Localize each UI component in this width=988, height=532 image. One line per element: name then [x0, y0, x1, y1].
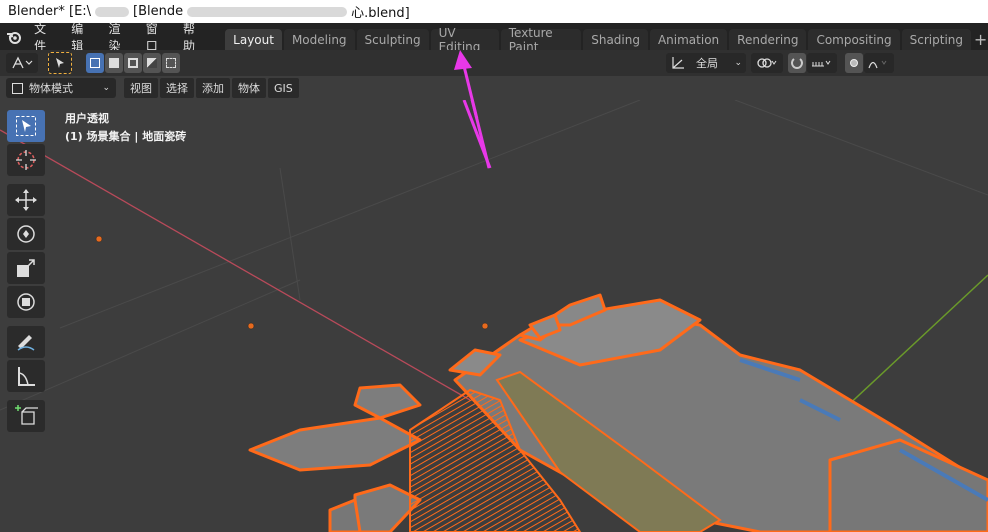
tab-layout[interactable]: Layout [225, 29, 282, 50]
mode-invert-icon[interactable] [143, 53, 161, 73]
menu-file[interactable]: 文件 [27, 22, 64, 53]
tab-rendering[interactable]: Rendering [729, 29, 807, 50]
orientation-label: 全局 [696, 57, 718, 70]
tab-shading[interactable]: Shading [583, 29, 648, 50]
scale-icon [17, 259, 35, 277]
collection-info: (1) 场景集合 | 地面瓷砖 [65, 130, 187, 143]
mode-label: 物体模式 [29, 82, 73, 95]
rotate-tool[interactable] [7, 218, 45, 250]
select-cursor-icon [16, 116, 36, 136]
pivot-point-dropdown[interactable] [751, 53, 783, 73]
menu-add[interactable]: 添加 [196, 78, 230, 98]
move-arrows-icon [15, 189, 37, 211]
select-box-icon[interactable] [48, 52, 72, 74]
add-cube-icon [15, 405, 38, 425]
window-title-left: Blender* [E:\ [8, 4, 92, 19]
menu-view[interactable]: 视图 [124, 78, 158, 98]
window-title-right: 心.blend] [351, 6, 410, 21]
object-mode-icon [12, 82, 23, 94]
menu-object[interactable]: 物体 [232, 78, 266, 98]
snap-increment-icon [812, 60, 831, 67]
measure-tool[interactable] [7, 360, 45, 392]
orientation-axes-icon [672, 57, 684, 69]
transform-tool[interactable] [7, 286, 45, 318]
menu-edit[interactable]: 编辑 [64, 22, 101, 53]
tab-uv-editing[interactable]: UV Editing [430, 26, 499, 54]
proportional-edit-icon[interactable] [845, 53, 863, 73]
viewport-scene [0, 100, 988, 532]
tab-compositing[interactable]: Compositing [808, 29, 900, 50]
link-icon [757, 58, 777, 68]
move-tool[interactable] [7, 184, 45, 216]
3d-cursor-icon [16, 150, 36, 170]
tool-settings-bar: 全局 ⌄ [0, 50, 988, 76]
transform-orientation-dropdown[interactable]: 全局 ⌄ [666, 53, 746, 73]
transform-icon [17, 293, 35, 311]
viewport-header: 物体模式 ⌄ 视图 选择 添加 物体 GIS [0, 76, 988, 100]
snap-target-dropdown[interactable] [807, 53, 837, 73]
view-name: 用户透视 [65, 112, 109, 125]
tool-shelf [7, 110, 47, 434]
chevron-down-icon: ⌄ [734, 58, 742, 68]
add-cube-tool[interactable] [7, 400, 45, 432]
menu-select[interactable]: 选择 [160, 78, 194, 98]
falloff-curve-icon [868, 60, 887, 69]
mode-subtract-icon[interactable] [124, 53, 142, 73]
viewport-overlay-info: 用户透视 (1) 场景集合 | 地面瓷砖 [65, 110, 186, 146]
add-workspace-button[interactable]: + [973, 29, 988, 50]
annotate-tool[interactable] [7, 326, 45, 358]
tab-modeling[interactable]: Modeling [283, 29, 355, 50]
selection-mode-group [86, 53, 180, 73]
rotate-icon [17, 225, 35, 243]
menu-gis[interactable]: GIS [268, 78, 299, 98]
mode-new-icon[interactable] [86, 53, 104, 73]
mode-intersect-icon[interactable] [162, 53, 180, 73]
blender-logo-icon[interactable] [0, 23, 27, 50]
annotation-arrow-tail [462, 100, 492, 169]
menu-render[interactable]: 渲染 [102, 22, 139, 53]
cursor-tool[interactable] [7, 144, 45, 176]
menu-window[interactable]: 窗口 [139, 22, 176, 53]
x-axis-line [0, 129, 471, 401]
menu-help[interactable]: 帮助 [176, 22, 213, 53]
transform-pivot-dropdown[interactable] [6, 53, 38, 73]
workspace-tabs: Layout Modeling Sculpting UV Editing Tex… [225, 23, 988, 54]
tab-animation[interactable]: Animation [649, 29, 728, 50]
window-title-middle: [Blende [133, 4, 184, 19]
ruler-icon [18, 367, 35, 386]
3d-viewport[interactable] [0, 100, 988, 532]
pencil-icon [17, 335, 35, 351]
tab-sculpting[interactable]: Sculpting [356, 29, 429, 50]
tab-scripting[interactable]: Scripting [901, 29, 972, 50]
select-box-tool[interactable] [7, 110, 45, 142]
chevron-down-icon: ⌄ [102, 83, 110, 93]
mode-dropdown[interactable]: 物体模式 ⌄ [6, 78, 116, 98]
top-bar: 文件 编辑 渲染 窗口 帮助 Layout Modeling Sculpting… [0, 22, 988, 54]
mode-extend-icon[interactable] [105, 53, 123, 73]
falloff-dropdown[interactable] [864, 53, 894, 73]
snap-toggle-icon[interactable] [788, 53, 806, 73]
scale-tool[interactable] [7, 252, 45, 284]
tab-texture-paint[interactable]: Texture Paint [500, 26, 582, 54]
